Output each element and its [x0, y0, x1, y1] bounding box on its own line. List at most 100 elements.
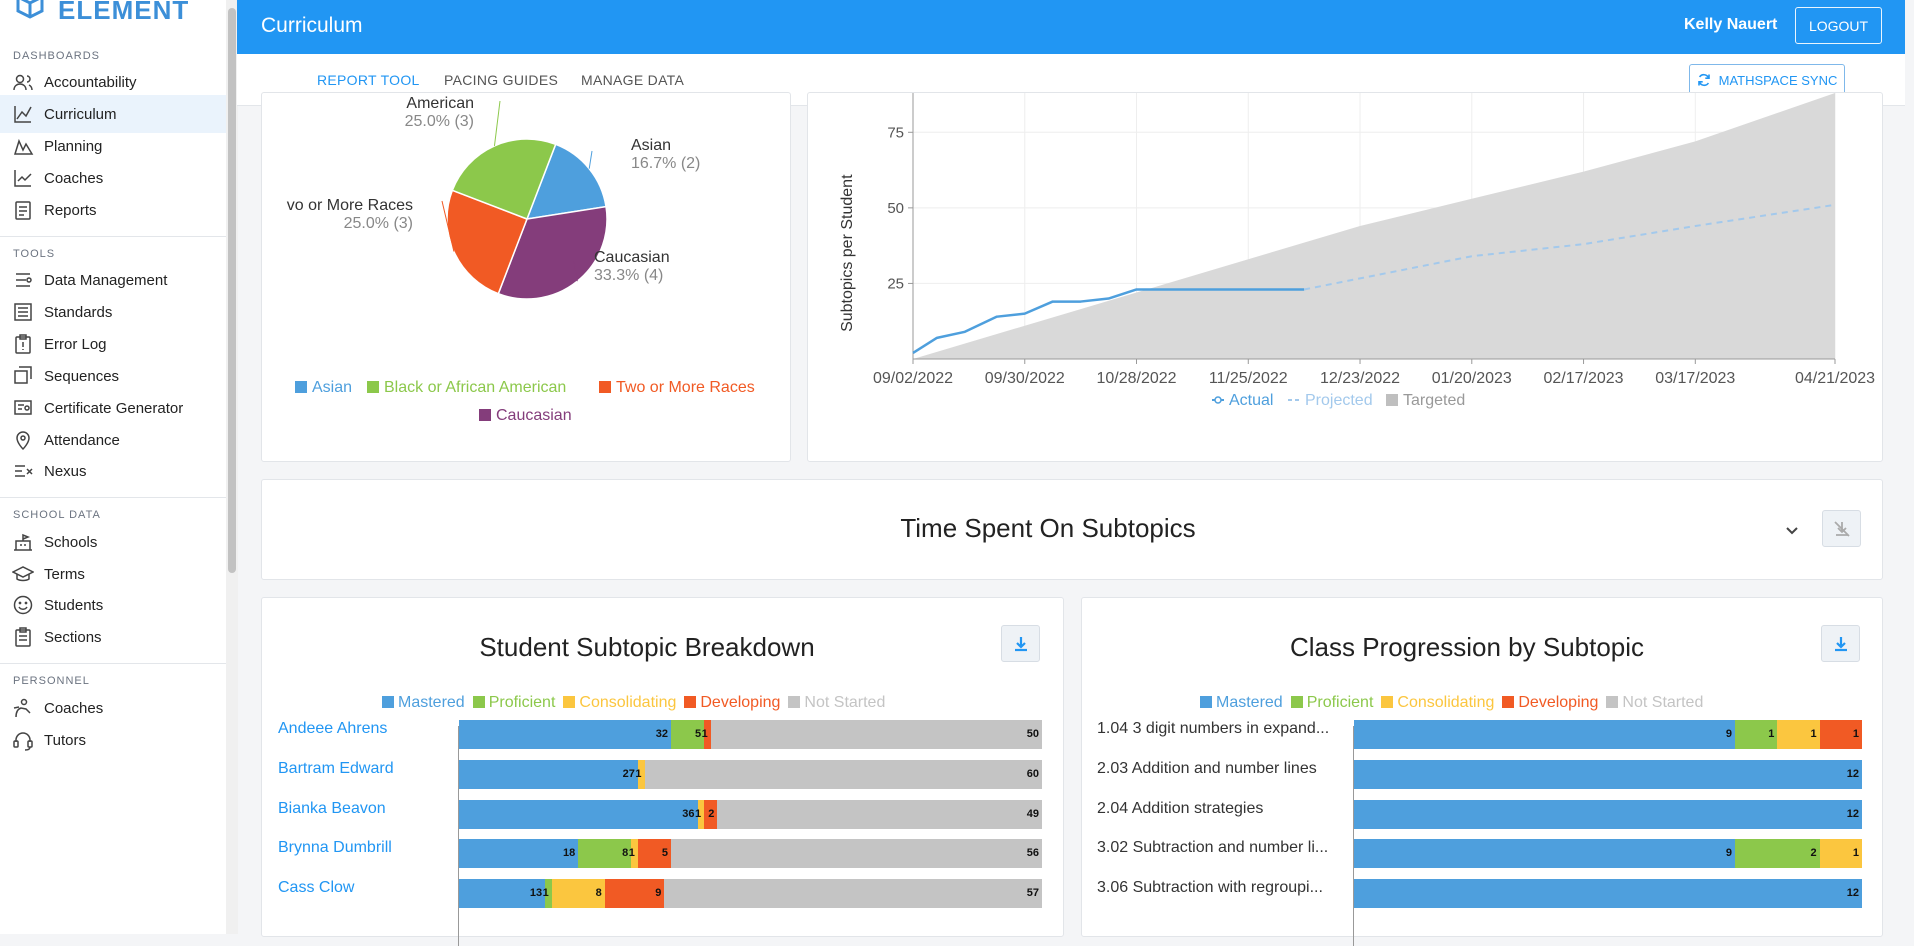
tab-pacing-guides[interactable]: PACING GUIDES — [444, 72, 558, 88]
logout-button[interactable]: LOGOUT — [1795, 7, 1882, 44]
stacked-bar[interactable]: 13 1 8 9 57 — [459, 879, 1042, 908]
bar-segment-mastered[interactable]: 12 — [1354, 879, 1862, 908]
bar-segment-mastered[interactable]: 12 — [1354, 760, 1862, 789]
legend-label: Mastered — [398, 694, 465, 711]
legend-label[interactable]: Projected — [1305, 392, 1373, 409]
bar-segment-mastered[interactable]: 32 — [459, 720, 671, 749]
legend-item[interactable]: Proficient — [1290, 694, 1373, 712]
sidebar-item-label: Standards — [44, 303, 113, 321]
download-disabled-button[interactable] — [1822, 510, 1861, 547]
student-name-link[interactable]: Brynna Dumbrill — [278, 839, 392, 857]
clipboard-alert-icon — [15, 334, 31, 354]
bar-segment-consolidating[interactable]: 1 — [629, 839, 638, 868]
bar-segment-proficient[interactable]: 8 — [578, 839, 632, 868]
legend-swatch — [295, 381, 307, 393]
bar-segment-developing[interactable]: 9 — [604, 879, 665, 908]
sidebar-divider — [0, 663, 226, 664]
legend-item[interactable]: Developing — [684, 694, 780, 712]
legend-label[interactable]: Two or More Races — [616, 379, 755, 396]
student-name-link[interactable]: Bartram Edward — [278, 760, 394, 778]
sidebar-section-title: DASHBOARDS — [13, 50, 101, 62]
bar-segment-proficient[interactable]: 1 — [1735, 720, 1778, 749]
chevron-down-icon[interactable] — [1782, 520, 1802, 540]
stacked-bar[interactable]: 32 5 1 50 — [459, 720, 1042, 749]
bar-segment-mastered[interactable]: 36 — [459, 800, 698, 829]
x-tick-label: 09/30/2022 — [985, 370, 1065, 387]
sidebar-scrollbar-thumb[interactable] — [228, 8, 236, 573]
download-button[interactable] — [1821, 625, 1860, 662]
sidebar-item-label: Data Management — [44, 271, 168, 289]
x-tick-label: 04/21/2023 — [1795, 370, 1875, 387]
legend-item[interactable]: Consolidating — [1381, 694, 1494, 712]
bar-segment-developing[interactable]: 1 — [702, 720, 711, 749]
student-name-link[interactable]: Andeee Ahrens — [278, 720, 387, 738]
sidebar-item-label: Nexus — [44, 462, 87, 480]
bar-segment-developing[interactable]: 1 — [1819, 720, 1862, 749]
legend-item[interactable]: Mastered — [1200, 694, 1283, 712]
bar-segment-consolidating[interactable]: 1 — [1777, 720, 1820, 749]
legend-label[interactable]: Actual — [1229, 392, 1273, 409]
bar-value-label: 12 — [1846, 887, 1859, 899]
bar-segment-consolidating[interactable]: 1 — [1819, 839, 1862, 868]
sidebar-item-tutors[interactable]: Tutors — [0, 721, 226, 759]
tab-manage-data[interactable]: MANAGE DATA — [581, 72, 684, 88]
bar-segment-mastered[interactable]: 9 — [1354, 839, 1735, 868]
legend-label[interactable]: Caucasian — [496, 407, 572, 424]
bar-segment-not-started[interactable]: 49 — [717, 800, 1042, 829]
legend-item[interactable]: Not Started — [1606, 694, 1703, 712]
app-logo[interactable]: ELEMENT — [8, 0, 189, 30]
stacked-bar[interactable]: 12 — [1354, 800, 1862, 829]
bar-segment-mastered[interactable]: 18 — [459, 839, 579, 868]
bar-segment-developing[interactable]: 5 — [637, 839, 671, 868]
legend-item[interactable]: Proficient — [472, 694, 555, 712]
sidebar-item-nexus[interactable]: Nexus — [0, 452, 226, 490]
download-off-icon — [1833, 520, 1850, 537]
sequence-icon — [14, 366, 32, 384]
logo-text: ELEMENT — [58, 0, 190, 25]
legend-item[interactable]: Consolidating — [563, 694, 676, 712]
student-name-link[interactable]: Bianka Beavon — [278, 800, 386, 818]
stacked-bar[interactable]: 12 — [1354, 879, 1862, 908]
legend-item[interactable]: Mastered — [382, 694, 465, 712]
legend-targeted-swatch — [1386, 394, 1398, 406]
student-name-link[interactable]: Cass Clow — [278, 879, 354, 897]
stacked-bar[interactable]: 18 8 1 5 56 — [459, 839, 1042, 868]
tab-report-tool[interactable]: REPORT TOOL — [317, 72, 420, 88]
stacked-bar[interactable]: 27 1 60 — [459, 760, 1042, 789]
stacked-bar[interactable]: 36 1 2 49 — [459, 800, 1042, 829]
bar-segment-mastered[interactable]: 9 — [1354, 720, 1735, 749]
bar-segment-proficient[interactable]: 2 — [1735, 839, 1820, 868]
user-name: Kelly Nauert — [1684, 16, 1778, 33]
bar-segment-not-started[interactable]: 50 — [710, 720, 1042, 749]
bar-segment-consolidating[interactable]: 1 — [695, 800, 705, 829]
legend-label[interactable]: Targeted — [1403, 392, 1465, 409]
time-spent-card[interactable]: Time Spent On Subtopics — [261, 479, 1883, 580]
bar-segment-consolidating[interactable]: 1 — [635, 760, 645, 789]
pie-value-label: 16.7% (2) — [631, 155, 700, 172]
bar-segment-developing[interactable]: 2 — [704, 800, 718, 829]
page-title: Curriculum — [261, 14, 363, 37]
bar-segment-not-started[interactable]: 57 — [664, 879, 1042, 908]
pie-label: Asian — [631, 137, 671, 154]
bar-segment-mastered[interactable]: 12 — [1354, 800, 1862, 829]
stacked-bar[interactable]: 12 — [1354, 760, 1862, 789]
legend-item[interactable]: Developing — [1502, 694, 1598, 712]
legend-swatch — [1606, 696, 1619, 708]
time-spent-title: Time Spent On Subtopics — [900, 513, 1196, 543]
bar-segment-proficient[interactable]: 1 — [543, 879, 552, 908]
stacked-bar[interactable]: 9 2 1 — [1354, 839, 1862, 868]
sidebar-item-reports[interactable]: Reports — [0, 191, 226, 229]
bar-segment-proficient[interactable]: 5 — [671, 720, 705, 749]
sidebar-item-sections[interactable]: Sections — [0, 618, 226, 656]
bar-segment-consolidating[interactable]: 8 — [551, 879, 605, 908]
bar-segment-mastered[interactable]: 13 — [459, 879, 546, 908]
legend-label[interactable]: Black or African American — [384, 379, 566, 396]
pie-connector — [493, 100, 501, 146]
legend-item[interactable]: Not Started — [788, 694, 885, 712]
download-button[interactable] — [1001, 625, 1040, 662]
legend-label[interactable]: Asian — [312, 379, 352, 396]
bar-segment-not-started[interactable]: 56 — [671, 839, 1042, 868]
bar-segment-mastered[interactable]: 27 — [459, 760, 638, 789]
stacked-bar[interactable]: 9 1 1 1 — [1354, 720, 1862, 749]
bar-segment-not-started[interactable]: 60 — [644, 760, 1042, 789]
